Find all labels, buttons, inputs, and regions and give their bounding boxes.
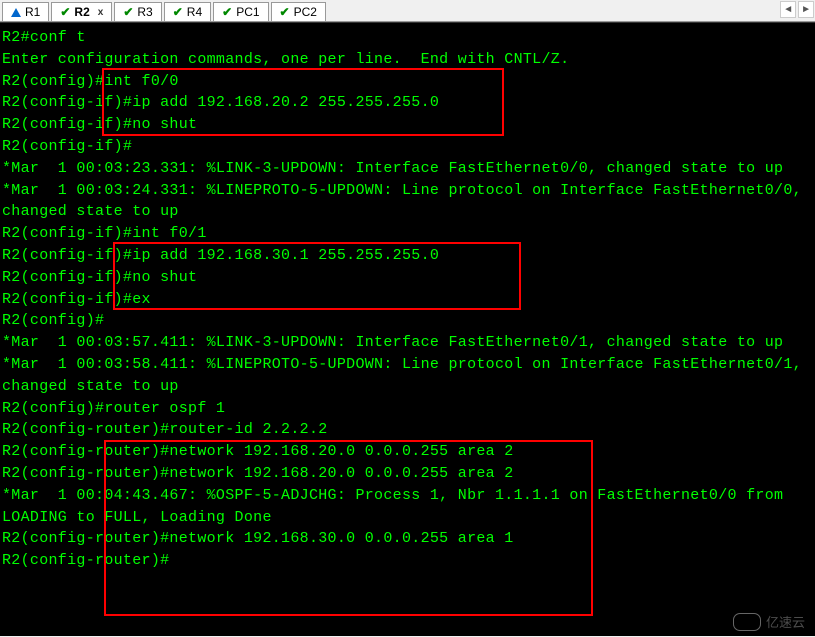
tab-r4[interactable]: ✔ R4: [164, 2, 211, 21]
watermark-text: 亿速云: [766, 612, 805, 631]
close-icon[interactable]: x: [98, 7, 104, 18]
watermark: 亿速云: [733, 612, 805, 631]
tab-pc2[interactable]: ✔ PC2: [271, 2, 326, 21]
watermark-logo-icon: [733, 613, 761, 631]
scroll-left-icon[interactable]: ◄: [780, 1, 796, 18]
tab-label: R3: [137, 5, 152, 19]
tab-label: R4: [187, 5, 202, 19]
check-icon: ✔: [222, 5, 232, 19]
tab-label: PC2: [294, 5, 317, 19]
tab-r2[interactable]: ✔ R2 x: [51, 2, 112, 21]
tab-r1[interactable]: R1: [2, 2, 49, 21]
tab-pc1[interactable]: ✔ PC1: [213, 2, 268, 21]
tab-bar: R1 ✔ R2 x ✔ R3 ✔ R4 ✔ PC1 ✔ PC2 ◄ ►: [0, 0, 815, 22]
tab-r3[interactable]: ✔ R3: [114, 2, 161, 21]
tab-scroll-controls: ◄ ►: [780, 1, 814, 18]
check-icon: ✔: [280, 5, 290, 19]
scroll-right-icon[interactable]: ►: [798, 1, 814, 18]
check-icon: ✔: [60, 5, 70, 19]
tab-label: R2: [74, 5, 89, 19]
terminal-output[interactable]: R2#conf t Enter configuration commands, …: [0, 22, 815, 636]
check-icon: ✔: [173, 5, 183, 19]
tab-label: PC1: [236, 5, 259, 19]
tab-label: R1: [25, 5, 40, 19]
check-icon: ✔: [123, 5, 133, 19]
warning-icon: [11, 8, 21, 17]
